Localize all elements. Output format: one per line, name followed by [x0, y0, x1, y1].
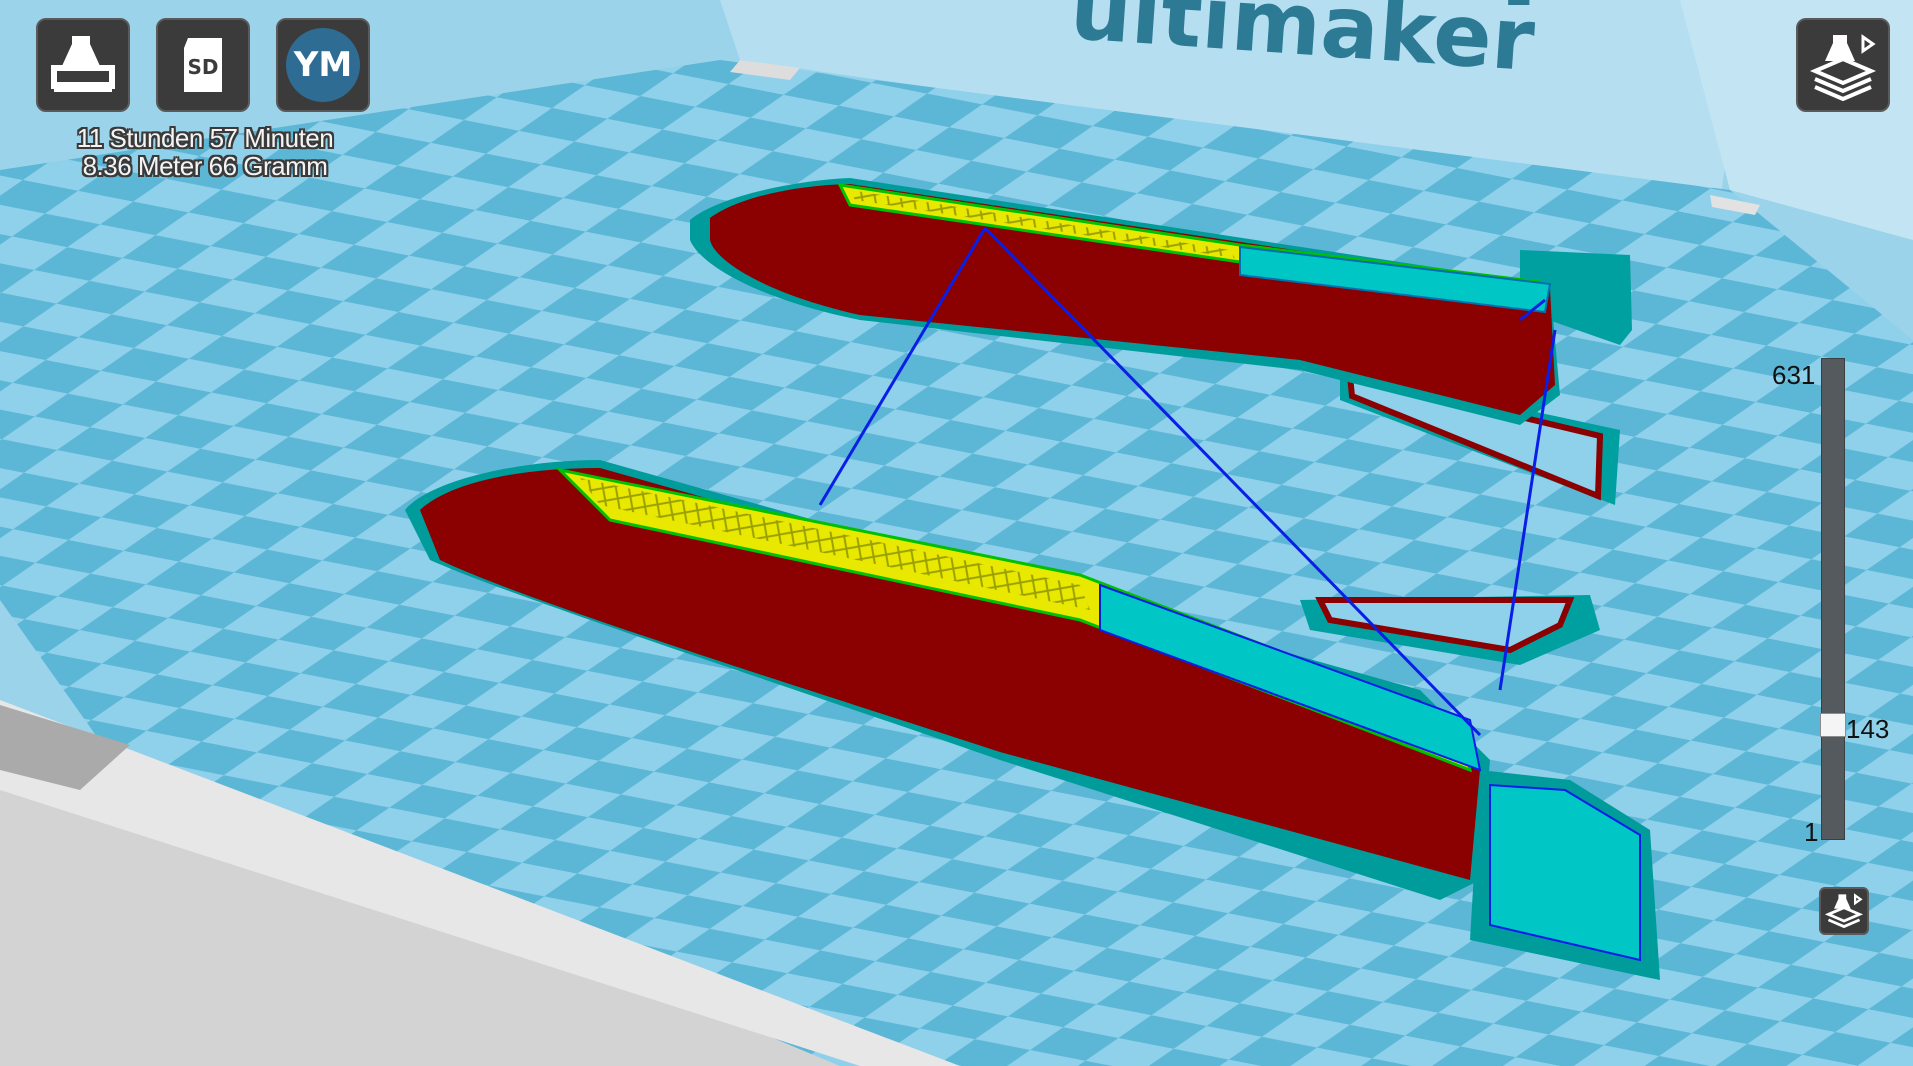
layer-current-label: 143	[1846, 714, 1890, 744]
layer-min-label: 1	[1804, 817, 1819, 847]
layer-max-label: 631	[1772, 360, 1816, 390]
account-avatar: YM	[286, 28, 360, 102]
save-to-sd-button[interactable]: SD	[156, 18, 250, 112]
layer-view-icon	[1809, 34, 1877, 101]
machine-brand-superscript: 2	[1505, 0, 1533, 15]
layer-view-small-icon	[1824, 893, 1864, 929]
layer-slider-track[interactable]	[1821, 358, 1845, 840]
layer-view-mini-button[interactable]	[1819, 887, 1869, 935]
svg-text:SD: SD	[187, 55, 218, 79]
layer-slider-handle[interactable]	[1820, 713, 1846, 737]
account-button[interactable]: YM	[276, 18, 370, 112]
print-material: 8.36 Meter 66 Gramm	[82, 151, 328, 181]
view-mode-button[interactable]	[1796, 18, 1890, 112]
printer-load-icon	[51, 36, 115, 92]
load-printer-button[interactable]	[36, 18, 130, 112]
sd-card-icon: SD	[184, 38, 222, 92]
print-time: 11 Stunden 57 Minuten	[76, 123, 334, 153]
